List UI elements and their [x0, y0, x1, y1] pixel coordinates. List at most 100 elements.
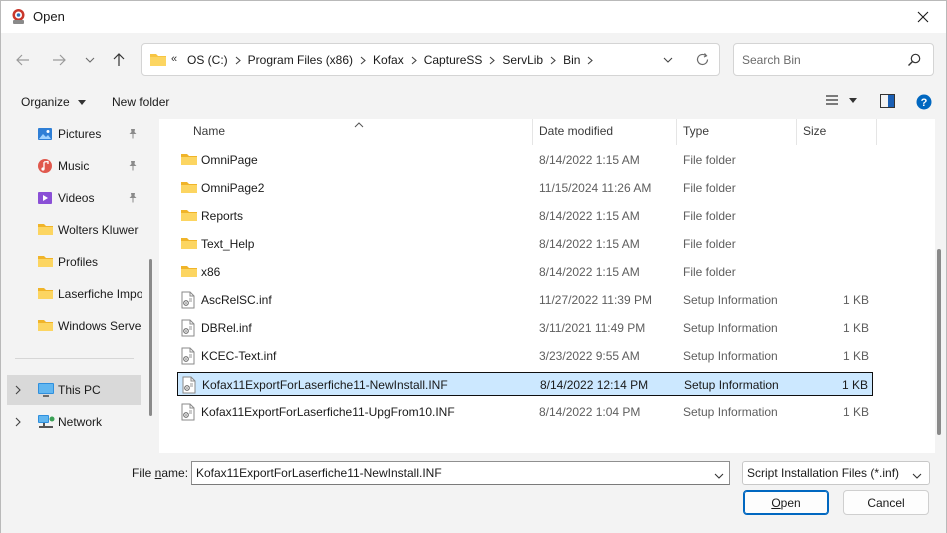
search-box[interactable]: Search Bin: [733, 43, 934, 76]
file-row[interactable]: DBRel.inf 3/11/2021 11:49 PM Setup Informa…: [177, 316, 873, 340]
breadcrumb-separator-icon[interactable]: [580, 56, 600, 65]
view-options-button[interactable]: [825, 94, 857, 106]
file-type-value: Script Installation Files (*.inf): [747, 466, 900, 480]
sidebar-item-music[interactable]: Music: [1, 151, 141, 181]
sidebar-item-laserfiche-impo[interactable]: Laserfiche Impo: [1, 279, 142, 309]
file-list-scrollbar[interactable]: [937, 249, 941, 435]
file-size: 1 KB: [841, 378, 868, 392]
sidebar-item-pictures[interactable]: Pictures: [1, 119, 141, 149]
close-icon: [917, 11, 929, 23]
organize-button[interactable]: Organize: [21, 95, 86, 109]
file-row[interactable]: Kofax11ExportForLaserfiche11-NewInstall.…: [177, 372, 873, 396]
file-name: DBRel.inf: [201, 321, 252, 335]
column-header-date[interactable]: Date modified: [533, 119, 677, 145]
navigation-bar: « OS (C:) Program Files (x86) Kofax Capture…: [1, 33, 946, 85]
refresh-button[interactable]: [695, 52, 710, 70]
label-part: File: [132, 466, 155, 480]
file-type: File folder: [683, 265, 736, 279]
sidebar-item-videos[interactable]: Videos: [1, 183, 141, 213]
arrow-left-icon: [16, 54, 29, 66]
search-input[interactable]: Search Bin: [742, 53, 801, 67]
chevron-down-icon: [663, 57, 673, 63]
breadcrumb: OS (C:) Program Files (x86) Kofax CaptureSS…: [187, 53, 600, 67]
address-overflow[interactable]: «: [171, 53, 177, 65]
open-button[interactable]: Open: [743, 490, 829, 515]
sidebar-item-label: Laserfiche Impo: [58, 287, 142, 301]
breadcrumb-separator-icon[interactable]: [482, 56, 502, 65]
file-type: Setup Information: [683, 405, 778, 419]
cancel-button[interactable]: Cancel: [843, 490, 929, 515]
file-type-select[interactable]: Script Installation Files (*.inf): [742, 461, 930, 485]
sidebar-item-profiles[interactable]: Profiles: [1, 247, 141, 277]
breadcrumb-item[interactable]: Bin: [563, 53, 580, 67]
breadcrumb-separator-icon[interactable]: [353, 56, 373, 65]
caret-down-icon: [77, 99, 86, 105]
videos-icon: [37, 190, 53, 206]
sidebar-item-network[interactable]: Network: [1, 407, 141, 437]
folder-row[interactable]: OmniPage2 11/15/2024 11:26 AM File folder: [177, 176, 873, 200]
folder-icon: [37, 318, 53, 334]
sidebar-item-wolters-kluwer[interactable]: Wolters Kluwer: [1, 215, 141, 245]
address-bar[interactable]: « OS (C:) Program Files (x86) Kofax Capture…: [141, 43, 720, 76]
breadcrumb-separator-icon[interactable]: [404, 56, 424, 65]
breadcrumb-item[interactable]: ServLib: [502, 53, 543, 67]
chevron-right-icon[interactable]: [14, 416, 22, 430]
folder-row[interactable]: Text_Help 8/14/2022 1:15 AM File folder: [177, 232, 873, 256]
breadcrumb-item[interactable]: OS (C:): [187, 53, 228, 67]
computer-icon: [37, 382, 54, 398]
chevron-down-icon[interactable]: [714, 469, 724, 483]
file-list: Name Date modified Type Size OmniPage 8/1…: [159, 119, 935, 453]
chevron-right-icon[interactable]: [14, 384, 22, 398]
file-name: OmniPage: [201, 153, 258, 167]
file-date: 3/23/2022 9:55 AM: [539, 349, 640, 363]
pictures-icon: [37, 126, 53, 142]
preview-pane-icon: [880, 94, 895, 108]
folder-row[interactable]: Reports 8/14/2022 1:15 AM File folder: [177, 204, 873, 228]
sidebar-item-this-pc[interactable]: This PC: [7, 375, 141, 405]
preview-pane-button[interactable]: [880, 94, 895, 111]
sidebar-item-label: Network: [58, 415, 103, 429]
recent-locations-button[interactable]: [78, 48, 102, 72]
file-size: 1 KB: [842, 321, 869, 335]
file-name: x86: [201, 265, 221, 279]
close-button[interactable]: [900, 1, 946, 33]
help-icon: ?: [916, 94, 932, 110]
up-button[interactable]: [107, 48, 131, 72]
breadcrumb-separator-icon[interactable]: [228, 56, 248, 65]
new-folder-button[interactable]: New folder: [112, 95, 169, 109]
breadcrumb-item[interactable]: Program Files (x86): [248, 53, 353, 67]
column-divider[interactable]: [876, 119, 877, 145]
file-row[interactable]: KCEC-Text.inf 3/23/2022 9:55 AM Setup Info…: [177, 344, 873, 368]
file-row[interactable]: AscRelSC.inf 11/27/2022 11:39 PM Setup Inf…: [177, 288, 873, 312]
folder-row[interactable]: OmniPage 8/14/2022 1:15 AM File folder: [177, 148, 873, 172]
folder-icon: [180, 263, 198, 281]
refresh-icon: [696, 53, 709, 66]
folder-icon: [180, 151, 198, 169]
file-type: File folder: [683, 153, 736, 167]
forward-button[interactable]: [47, 48, 71, 72]
title-bar[interactable]: Open: [1, 1, 946, 33]
folder-icon: [37, 222, 53, 238]
file-type: Setup Information: [683, 349, 778, 363]
sidebar-scrollbar[interactable]: [149, 259, 152, 416]
file-date: 8/14/2022 12:14 PM: [540, 378, 649, 392]
file-name-label: File name:: [132, 466, 188, 480]
folder-row[interactable]: x86 8/14/2022 1:15 AM File folder: [177, 260, 873, 284]
sidebar-item-label: Wolters Kluwer: [58, 223, 139, 237]
button-label: pen: [780, 495, 801, 510]
address-history-button[interactable]: [662, 54, 674, 69]
file-name: Reports: [201, 209, 244, 223]
file-name-input[interactable]: Kofax11ExportForLaserfiche11-NewInstall.…: [191, 461, 730, 485]
breadcrumb-separator-icon[interactable]: [543, 56, 563, 65]
help-button[interactable]: ?: [916, 94, 932, 113]
breadcrumb-item[interactable]: Kofax: [373, 53, 404, 67]
file-row[interactable]: Kofax11ExportForLaserfiche11-UpgFrom10.I…: [177, 400, 873, 424]
column-header-size[interactable]: Size: [797, 119, 877, 145]
folder-icon: [149, 52, 167, 70]
sidebar-item-windows-server[interactable]: Windows Server: [1, 311, 142, 341]
sort-ascending-icon: [354, 117, 364, 131]
folder-icon: [37, 286, 53, 302]
back-button[interactable]: [11, 48, 35, 72]
breadcrumb-item[interactable]: CaptureSS: [424, 53, 483, 67]
column-header-type[interactable]: Type: [677, 119, 797, 145]
